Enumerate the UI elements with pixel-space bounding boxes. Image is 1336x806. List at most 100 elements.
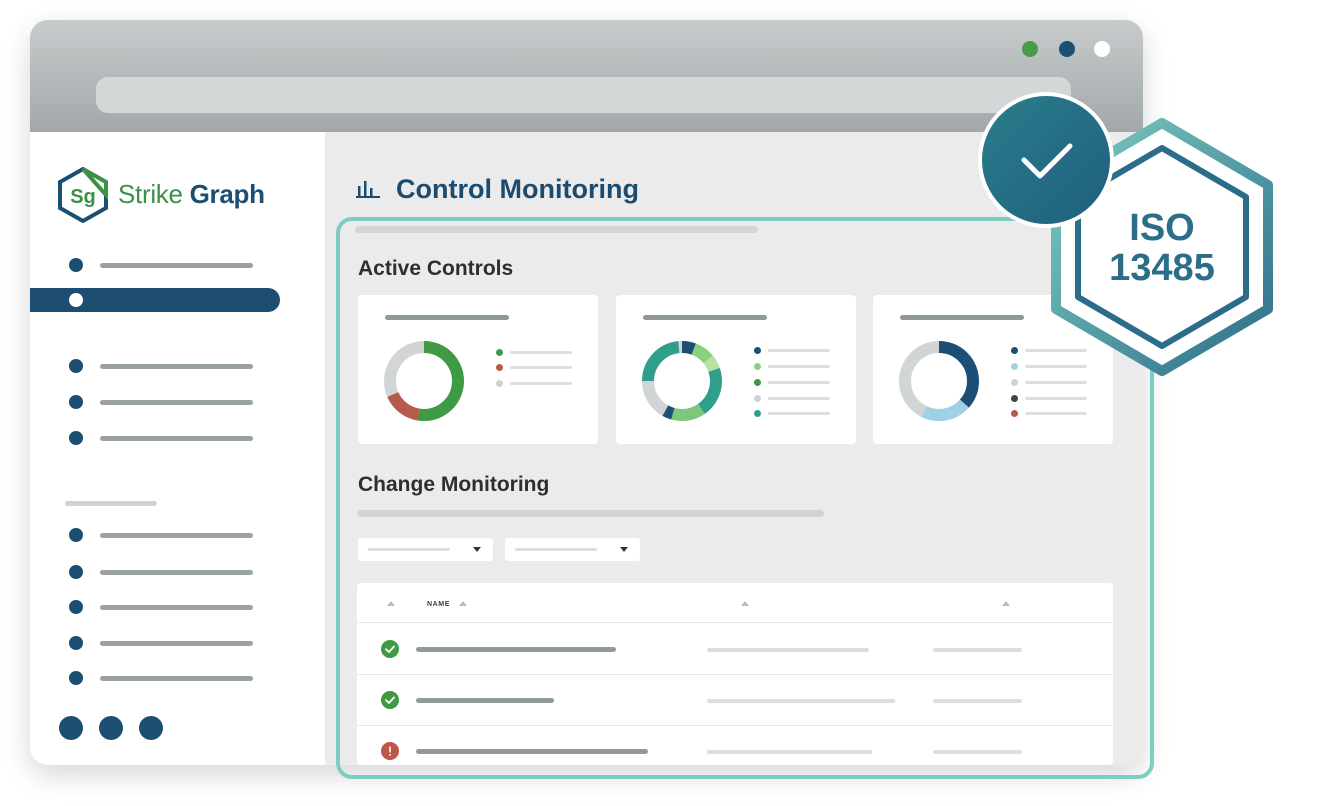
iso-label: ISO <box>1129 207 1195 249</box>
nav-label-placeholder <box>100 570 253 575</box>
nav-bullet <box>69 600 83 614</box>
nav-bullet <box>69 359 83 373</box>
legend-item <box>754 395 834 403</box>
control-card-2[interactable] <box>616 295 856 444</box>
iso-badge-text: ISO 13485 <box>1082 208 1242 288</box>
donut-chart-icon <box>642 341 722 421</box>
check-icon <box>385 645 395 653</box>
window-dot-green[interactable] <box>1022 41 1038 57</box>
nav-bullet <box>69 431 83 445</box>
sidebar-item-2[interactable] <box>30 354 325 378</box>
legend-item <box>496 349 576 357</box>
row-name-placeholder <box>416 647 616 652</box>
nav-label-placeholder <box>100 605 253 610</box>
chevron-down-icon <box>620 547 628 552</box>
change-monitoring-table: NAME <box>357 583 1113 765</box>
nav-label-placeholder <box>100 676 253 681</box>
row-cell-placeholder <box>933 699 1022 703</box>
filter-dropdown-2[interactable] <box>505 538 640 561</box>
chevron-down-icon <box>473 547 481 552</box>
row-cell-placeholder <box>707 699 895 703</box>
sidebar: Sg Strike Graph <box>30 132 325 765</box>
nav-bullet <box>69 636 83 650</box>
legend-item <box>496 380 576 388</box>
sort-icon[interactable] <box>1002 601 1010 606</box>
brand-logo[interactable]: Sg Strike Graph <box>56 167 306 223</box>
subtitle-placeholder <box>355 226 758 233</box>
row-cell-placeholder <box>707 750 872 754</box>
legend-item <box>754 410 834 418</box>
sort-icon[interactable] <box>459 601 467 606</box>
row-cell-placeholder <box>707 648 869 652</box>
table-row[interactable] <box>357 623 1113 675</box>
status-badge-ok <box>381 691 399 709</box>
sidebar-item-9[interactable] <box>30 666 325 690</box>
legend-item <box>754 379 834 387</box>
card-header-placeholder <box>643 315 767 320</box>
donut-chart-icon <box>899 341 979 421</box>
change-monitoring-subtitle-placeholder <box>357 510 824 517</box>
table-row[interactable] <box>357 674 1113 726</box>
brand-name: Strike Graph <box>118 179 265 210</box>
address-bar[interactable] <box>96 77 1071 113</box>
status-badge-alert <box>381 742 399 760</box>
column-header-name[interactable]: NAME <box>427 601 450 608</box>
window-dot-navy[interactable] <box>1059 41 1075 57</box>
table-header: NAME <box>357 583 1113 623</box>
sidebar-item-3[interactable] <box>30 390 325 414</box>
legend-item <box>754 363 834 371</box>
nav-label-placeholder <box>100 436 253 441</box>
nav-label-placeholder <box>100 263 253 268</box>
nav-label-placeholder <box>100 364 253 369</box>
legend-item <box>1011 395 1091 403</box>
table-row[interactable] <box>357 725 1113 765</box>
exclamation-icon <box>389 746 391 756</box>
nav-bullet <box>69 258 83 272</box>
nav-bullet <box>69 565 83 579</box>
stage: Sg Strike Graph Control Monitoring Activ… <box>0 0 1336 806</box>
nav-bullet <box>69 293 83 307</box>
sidebar-section-divider <box>65 501 157 506</box>
card-header-placeholder <box>385 315 509 320</box>
nav-bullet <box>69 671 83 685</box>
row-cell-placeholder <box>933 750 1022 754</box>
sidebar-footer-button-2[interactable] <box>99 716 123 740</box>
sidebar-item-7[interactable] <box>30 595 325 619</box>
change-monitoring-title: Change Monitoring <box>358 473 550 496</box>
bar-chart-icon <box>356 181 380 198</box>
iso-certification-badge: ISO 13485 <box>970 88 1290 388</box>
filter-dropdown-1[interactable] <box>358 538 493 561</box>
nav-label-placeholder <box>100 400 253 405</box>
row-name-placeholder <box>416 698 554 703</box>
sort-icon[interactable] <box>741 601 749 606</box>
check-icon <box>385 696 395 704</box>
sidebar-item-4[interactable] <box>30 426 325 450</box>
sidebar-footer-button-3[interactable] <box>139 716 163 740</box>
sort-icon[interactable] <box>387 601 395 606</box>
brand-name-part1: Strike <box>118 179 183 209</box>
logo-mark: Sg <box>70 186 96 208</box>
sidebar-item-8[interactable] <box>30 631 325 655</box>
row-name-placeholder <box>416 749 648 754</box>
sidebar-item-5[interactable] <box>30 523 325 547</box>
legend-item <box>754 347 834 355</box>
brand-name-part2: Graph <box>189 179 265 209</box>
nav-bullet <box>69 528 83 542</box>
nav-label-placeholder <box>100 641 253 646</box>
donut-chart-icon <box>384 341 464 421</box>
page-title: Control Monitoring <box>396 174 639 204</box>
sidebar-item-active[interactable] <box>30 288 280 312</box>
nav-label-placeholder <box>100 533 253 538</box>
sidebar-footer-button-1[interactable] <box>59 716 83 740</box>
row-cell-placeholder <box>933 648 1022 652</box>
sidebar-item-6[interactable] <box>30 560 325 584</box>
sg-hexagon-icon: Sg <box>58 167 108 223</box>
control-card-1[interactable] <box>358 295 598 444</box>
legend-item <box>1011 410 1091 418</box>
iso-number: 13485 <box>1109 247 1215 289</box>
nav-bullet <box>69 395 83 409</box>
window-dot-white[interactable] <box>1094 41 1110 57</box>
sidebar-item-1[interactable] <box>30 253 325 277</box>
status-badge-ok <box>381 640 399 658</box>
active-controls-title: Active Controls <box>358 257 514 280</box>
